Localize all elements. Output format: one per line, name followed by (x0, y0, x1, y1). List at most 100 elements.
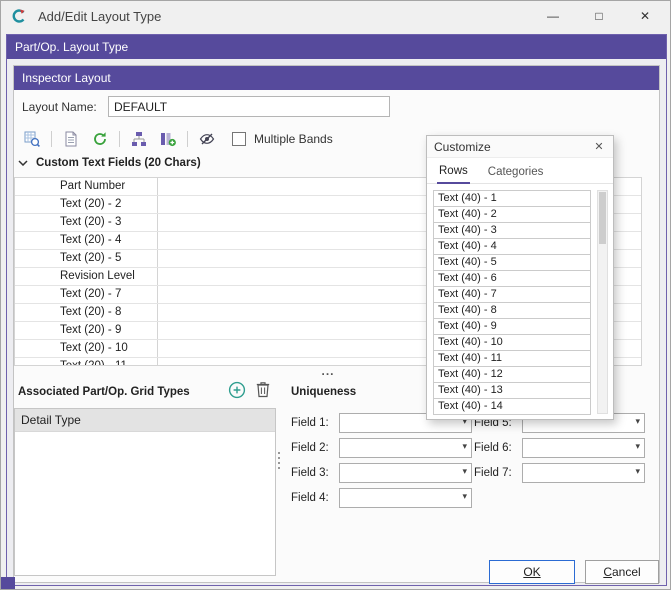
multiple-bands-option: Multiple Bands (232, 132, 333, 146)
customize-list-item[interactable]: Text (40) - 1 (433, 190, 591, 207)
refresh-icon (92, 131, 108, 147)
grid-row-label[interactable]: Text (20) - 4 (15, 232, 158, 249)
uniqueness-field-combo[interactable]: ▾ (339, 488, 472, 508)
dropdown-arrow-icon[interactable]: ▾ (635, 416, 640, 427)
resize-grip (1, 577, 15, 590)
toolbar-separator (119, 131, 120, 147)
customize-list-item[interactable]: Text (40) - 3 (433, 222, 591, 239)
uniqueness-field-combo[interactable]: ▾ (522, 438, 645, 458)
column-plus-icon (160, 131, 176, 147)
grid-row-label[interactable]: Part Number (15, 178, 158, 195)
grid-row-label[interactable]: Text (20) - 9 (15, 322, 158, 339)
customize-list-item[interactable]: Text (40) - 4 (433, 238, 591, 255)
panel-header: Inspector Layout (14, 66, 659, 90)
uniqueness-left: Field 1:▾Field 2:▾Field 3:▾Field 4:▾ (291, 413, 472, 508)
eye-slash-icon (199, 131, 215, 147)
scrollbar-thumb[interactable] (599, 192, 606, 244)
customize-list-item[interactable]: Text (40) - 8 (433, 302, 591, 319)
customize-list-item[interactable]: Text (40) - 9 (433, 318, 591, 335)
customize-list-item[interactable]: Text (40) - 6 (433, 270, 591, 287)
uniqueness-field-combo[interactable]: ▾ (522, 463, 645, 483)
customize-list-item[interactable]: Text (40) - 2 (433, 206, 591, 223)
customize-panel: Customize ✕ Rows Categories Text (40) - 1… (426, 135, 614, 420)
minimize-button[interactable]: — (530, 1, 576, 31)
grid-row-label[interactable]: Text (20) - 8 (15, 304, 158, 321)
dropdown-arrow-icon[interactable]: ▾ (462, 441, 467, 452)
customize-list-item[interactable]: Text (40) - 13 (433, 382, 591, 399)
grid-search-icon (24, 131, 40, 147)
grid-row-label[interactable]: Text (20) - 7 (15, 286, 158, 303)
grid-row-label[interactable]: Text (20) - 5 (15, 250, 158, 267)
toolbar-search-button[interactable] (20, 127, 44, 151)
uniqueness-field-row: Field 6: ▾ (474, 438, 645, 458)
grid-row-label[interactable]: Revision Level (15, 268, 158, 285)
associated-list-item[interactable]: Detail Type (15, 409, 275, 432)
uniqueness-field-label: Field 6: (474, 442, 522, 454)
uniqueness-right: Field 5:▾Field 6:▾Field 7:▾ (474, 413, 645, 483)
dropdown-arrow-icon[interactable]: ▾ (635, 466, 640, 477)
customize-tab-rows[interactable]: Rows (437, 161, 470, 184)
layout-name-row: Layout Name: (22, 96, 390, 117)
dropdown-arrow-icon[interactable]: ▾ (462, 491, 467, 502)
customize-list-item[interactable]: Text (40) - 7 (433, 286, 591, 303)
dialog-window: Add/Edit Layout Type — □ ✕ Part/Op. Layo… (0, 0, 671, 590)
customize-close-icon[interactable]: ✕ (592, 140, 606, 154)
chevron-down-icon (18, 160, 28, 166)
window-title: Add/Edit Layout Type (38, 9, 161, 24)
uniqueness-field-row: Field 2: ▾ (291, 438, 472, 458)
custom-fields-section-header[interactable]: Custom Text Fields (20 Chars) (18, 157, 201, 169)
uniqueness-title: Uniqueness (291, 386, 356, 398)
close-button[interactable]: ✕ (622, 1, 668, 31)
associated-grid-types-title: Associated Part/Op. Grid Types (18, 386, 190, 398)
toolbar-document-button[interactable] (59, 127, 83, 151)
add-grid-type-button[interactable] (228, 381, 246, 399)
cancel-button[interactable]: Cancel (585, 560, 659, 584)
delete-grid-type-button[interactable] (255, 380, 271, 398)
layout-name-label: Layout Name: (22, 100, 108, 114)
toolbar-add-column-button[interactable] (156, 127, 180, 151)
toolbar-visibility-button[interactable] (195, 127, 219, 151)
window-controls: — □ ✕ (530, 1, 668, 31)
customize-header: Customize ✕ (427, 136, 613, 158)
grid-row-label[interactable]: Text (20) - 2 (15, 196, 158, 213)
uniqueness-field-row: Field 3:▾ (291, 463, 472, 483)
customize-list-item[interactable]: Text (40) - 11 (433, 350, 591, 367)
band-tree-icon (131, 131, 147, 147)
document-icon (63, 131, 79, 147)
toolbar-separator (187, 131, 188, 147)
uniqueness-field-combo[interactable]: ▾ (339, 438, 472, 458)
dropdown-arrow-icon[interactable]: ▾ (635, 441, 640, 452)
grid-row-label[interactable]: Text (20) - 3 (15, 214, 158, 231)
toolbar-add-band-button[interactable] (127, 127, 151, 151)
layout-name-input[interactable] (108, 96, 390, 117)
customize-list-item[interactable]: Text (40) - 14 (433, 398, 591, 415)
customize-tabs: Rows Categories (427, 158, 613, 184)
uniqueness-field-label: Field 7: (474, 467, 522, 479)
app-icon (11, 8, 27, 24)
associated-list[interactable]: Detail Type (14, 408, 276, 576)
custom-fields-section-title: Custom Text Fields (20 Chars) (36, 157, 201, 169)
uniqueness-field-row: Field 7: ▾ (474, 463, 645, 483)
ok-button[interactable]: OK (489, 560, 575, 584)
uniqueness-field-combo[interactable]: ▾ (339, 463, 472, 483)
customize-title: Customize (434, 140, 592, 154)
dropdown-arrow-icon[interactable]: ▾ (462, 466, 467, 477)
maximize-button[interactable]: □ (576, 1, 622, 31)
uniqueness-field-row: Field 4: ▾ (291, 488, 472, 508)
vertical-splitter-handle[interactable] (278, 452, 280, 469)
customize-list-item[interactable]: Text (40) - 12 (433, 366, 591, 383)
customize-scrollbar[interactable] (597, 190, 608, 414)
group-header: Part/Op. Layout Type (7, 35, 666, 59)
toolbar-separator (51, 131, 52, 147)
customize-list: Text (40) - 1Text (40) - 2Text (40) - 3T… (433, 190, 591, 415)
customize-list-item[interactable]: Text (40) - 10 (433, 334, 591, 351)
grid-row-label[interactable]: Text (20) - 10 (15, 340, 158, 357)
toolbar-refresh-button[interactable] (88, 127, 112, 151)
multiple-bands-checkbox[interactable] (232, 132, 246, 146)
customize-list-item[interactable]: Text (40) - 5 (433, 254, 591, 271)
uniqueness-field-label: Field 1: (291, 417, 339, 429)
title-bar: Add/Edit Layout Type — □ ✕ (1, 1, 670, 31)
uniqueness-field-label: Field 2: (291, 442, 339, 454)
customize-tab-categories[interactable]: Categories (486, 162, 546, 183)
uniqueness-field-label: Field 4: (291, 492, 339, 504)
